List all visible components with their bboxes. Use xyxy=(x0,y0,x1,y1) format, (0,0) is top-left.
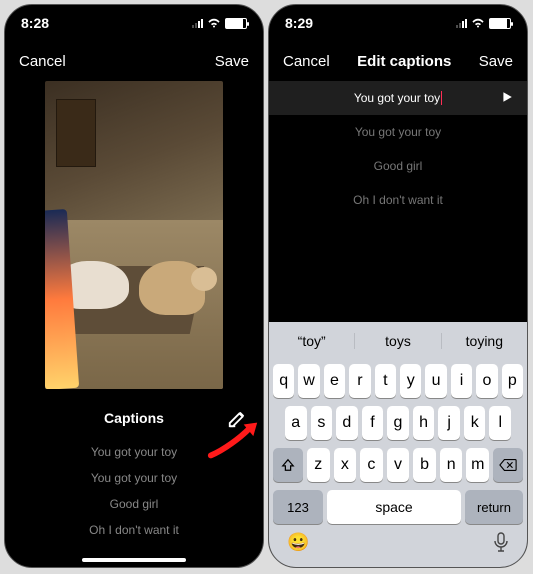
key-t[interactable]: t xyxy=(375,364,396,398)
caption-line[interactable]: You got your toy xyxy=(91,471,177,485)
caption-line[interactable]: Good girl xyxy=(110,497,159,511)
key-row-3: z x c v b n m xyxy=(269,444,527,486)
cellular-icon xyxy=(192,19,203,28)
mic-icon xyxy=(493,532,509,552)
battery-icon xyxy=(225,18,247,29)
key-n[interactable]: n xyxy=(440,448,463,482)
shift-key[interactable] xyxy=(273,448,303,482)
status-time: 8:28 xyxy=(21,15,49,31)
dictation-key[interactable] xyxy=(493,532,509,557)
wifi-icon xyxy=(207,18,221,28)
key-k[interactable]: k xyxy=(464,406,486,440)
status-bar: 8:29 xyxy=(269,5,527,41)
phone-captions-preview: 8:28 Cancel Save Captions xyxy=(4,4,264,568)
cellular-icon xyxy=(456,19,467,28)
key-o[interactable]: o xyxy=(476,364,497,398)
caption-text: Oh I don't want it xyxy=(353,193,443,207)
play-icon[interactable] xyxy=(501,91,513,106)
key-v[interactable]: v xyxy=(387,448,410,482)
page-title: Edit captions xyxy=(357,53,451,70)
key-j[interactable]: j xyxy=(438,406,460,440)
suggestion[interactable]: toys xyxy=(355,333,441,349)
backspace-key[interactable] xyxy=(493,448,523,482)
shift-icon xyxy=(281,458,295,472)
key-row-2: a s d f g h j k l xyxy=(269,402,527,444)
status-indicators xyxy=(192,18,247,29)
key-m[interactable]: m xyxy=(466,448,489,482)
suggestion[interactable]: toying xyxy=(442,333,527,349)
space-key[interactable]: space xyxy=(327,490,461,524)
text-cursor xyxy=(441,91,442,105)
cancel-button[interactable]: Cancel xyxy=(283,53,330,70)
key-row-1: q w e r t y u i o p xyxy=(269,360,527,402)
key-row-4: 123 space return xyxy=(269,486,527,528)
caption-row[interactable]: You got your toy xyxy=(269,115,527,149)
key-l[interactable]: l xyxy=(489,406,511,440)
key-x[interactable]: x xyxy=(334,448,357,482)
status-indicators xyxy=(456,18,511,29)
key-y[interactable]: y xyxy=(400,364,421,398)
status-bar: 8:28 xyxy=(5,5,263,41)
caption-text: Good girl xyxy=(374,159,423,173)
pencil-icon xyxy=(227,407,249,429)
keyboard-suggestions: “toy” toys toying xyxy=(269,322,527,360)
key-h[interactable]: h xyxy=(413,406,435,440)
save-button[interactable]: Save xyxy=(479,53,513,70)
key-z[interactable]: z xyxy=(307,448,330,482)
captions-heading: Captions xyxy=(104,410,164,426)
captions-heading-row: Captions xyxy=(5,397,263,439)
status-time: 8:29 xyxy=(285,15,313,31)
return-key[interactable]: return xyxy=(465,490,523,524)
key-q[interactable]: q xyxy=(273,364,294,398)
key-r[interactable]: r xyxy=(349,364,370,398)
backspace-icon xyxy=(499,458,517,472)
phone-edit-captions: 8:29 Cancel Edit captions Save You got y… xyxy=(268,4,528,568)
caption-row[interactable]: Good girl xyxy=(269,149,527,183)
numbers-key[interactable]: 123 xyxy=(273,490,323,524)
caption-text: You got your toy xyxy=(355,125,441,139)
keyboard: “toy” toys toying q w e r t y u i o p a … xyxy=(269,322,527,567)
key-a[interactable]: a xyxy=(285,406,307,440)
emoji-key[interactable]: 😀 xyxy=(287,532,309,557)
key-b[interactable]: b xyxy=(413,448,436,482)
wifi-icon xyxy=(471,18,485,28)
home-indicator[interactable] xyxy=(82,558,186,562)
caption-line[interactable]: Oh I don't want it xyxy=(89,523,179,537)
key-i[interactable]: i xyxy=(451,364,472,398)
key-g[interactable]: g xyxy=(387,406,409,440)
key-c[interactable]: c xyxy=(360,448,383,482)
caption-editor-list: You got your toy You got your toy Good g… xyxy=(269,81,527,217)
nav-bar: Cancel Save xyxy=(5,41,263,81)
battery-icon xyxy=(489,18,511,29)
key-u[interactable]: u xyxy=(425,364,446,398)
key-f[interactable]: f xyxy=(362,406,384,440)
caption-row[interactable]: Oh I don't want it xyxy=(269,183,527,217)
captions-list: You got your toy You got your toy Good g… xyxy=(5,439,263,549)
caption-row-selected[interactable]: You got your toy xyxy=(269,81,527,115)
key-e[interactable]: e xyxy=(324,364,345,398)
key-p[interactable]: p xyxy=(502,364,523,398)
cancel-button[interactable]: Cancel xyxy=(19,53,66,70)
keyboard-bottom-row: 😀 xyxy=(269,528,527,567)
edit-captions-button[interactable] xyxy=(227,407,249,429)
key-s[interactable]: s xyxy=(311,406,333,440)
video-preview[interactable] xyxy=(45,81,223,389)
key-d[interactable]: d xyxy=(336,406,358,440)
nav-bar: Cancel Edit captions Save xyxy=(269,41,527,81)
suggestion[interactable]: “toy” xyxy=(269,333,355,349)
key-w[interactable]: w xyxy=(298,364,319,398)
caption-line[interactable]: You got your toy xyxy=(91,445,177,459)
save-button[interactable]: Save xyxy=(215,53,249,70)
caption-text: You got your toy xyxy=(354,91,440,105)
